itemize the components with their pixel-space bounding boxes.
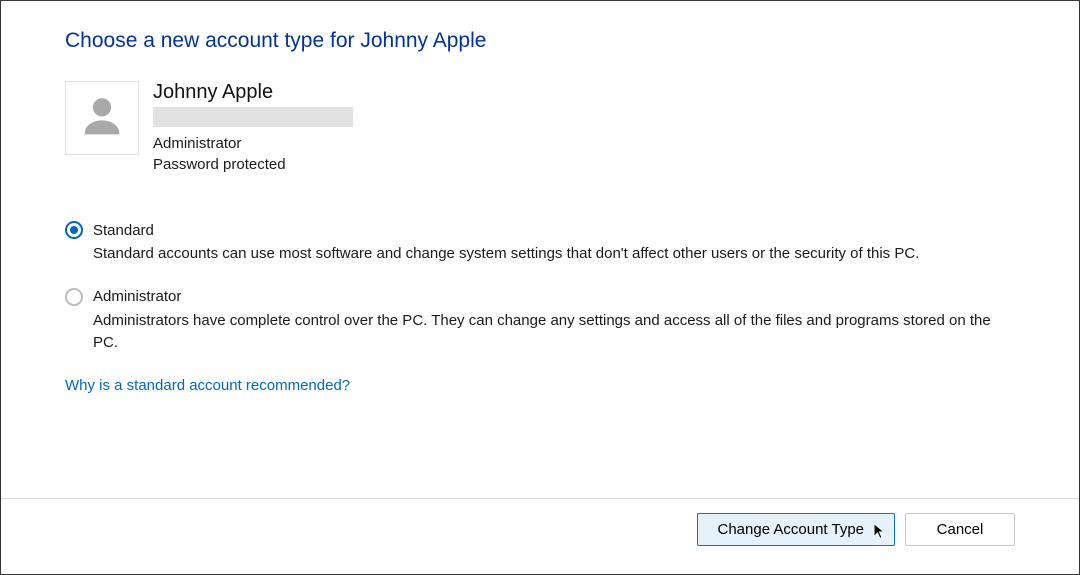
- cancel-button[interactable]: Cancel: [905, 513, 1015, 546]
- account-header: Johnny Apple Administrator Password prot…: [65, 81, 1015, 175]
- option-standard[interactable]: Standard Standard accounts can use most …: [65, 221, 1015, 266]
- page-title: Choose a new account type for Johnny App…: [65, 29, 1015, 53]
- option-standard-label: Standard: [93, 222, 154, 239]
- option-administrator[interactable]: Administrator Administrators have comple…: [65, 288, 1015, 355]
- option-administrator-label: Administrator: [93, 288, 181, 305]
- account-type-options: Standard Standard accounts can use most …: [65, 221, 1015, 355]
- user-icon: [76, 90, 128, 146]
- option-standard-description: Standard accounts can use most software …: [93, 243, 993, 266]
- avatar: [65, 81, 139, 155]
- cursor-icon: [872, 522, 886, 540]
- footer: Change Account Type Cancel: [1, 498, 1079, 574]
- change-account-type-button[interactable]: Change Account Type: [697, 513, 896, 546]
- account-protection: Password protected: [153, 154, 353, 175]
- radio-administrator[interactable]: [65, 288, 83, 306]
- help-link[interactable]: Why is a standard account recommended?: [65, 377, 350, 394]
- account-name: Johnny Apple: [153, 81, 353, 104]
- radio-standard[interactable]: [65, 221, 83, 239]
- account-info: Johnny Apple Administrator Password prot…: [153, 81, 353, 175]
- option-administrator-description: Administrators have complete control ove…: [93, 310, 993, 355]
- account-role: Administrator: [153, 133, 353, 154]
- redacted-email: [153, 107, 353, 127]
- change-account-type-label: Change Account Type: [718, 521, 865, 538]
